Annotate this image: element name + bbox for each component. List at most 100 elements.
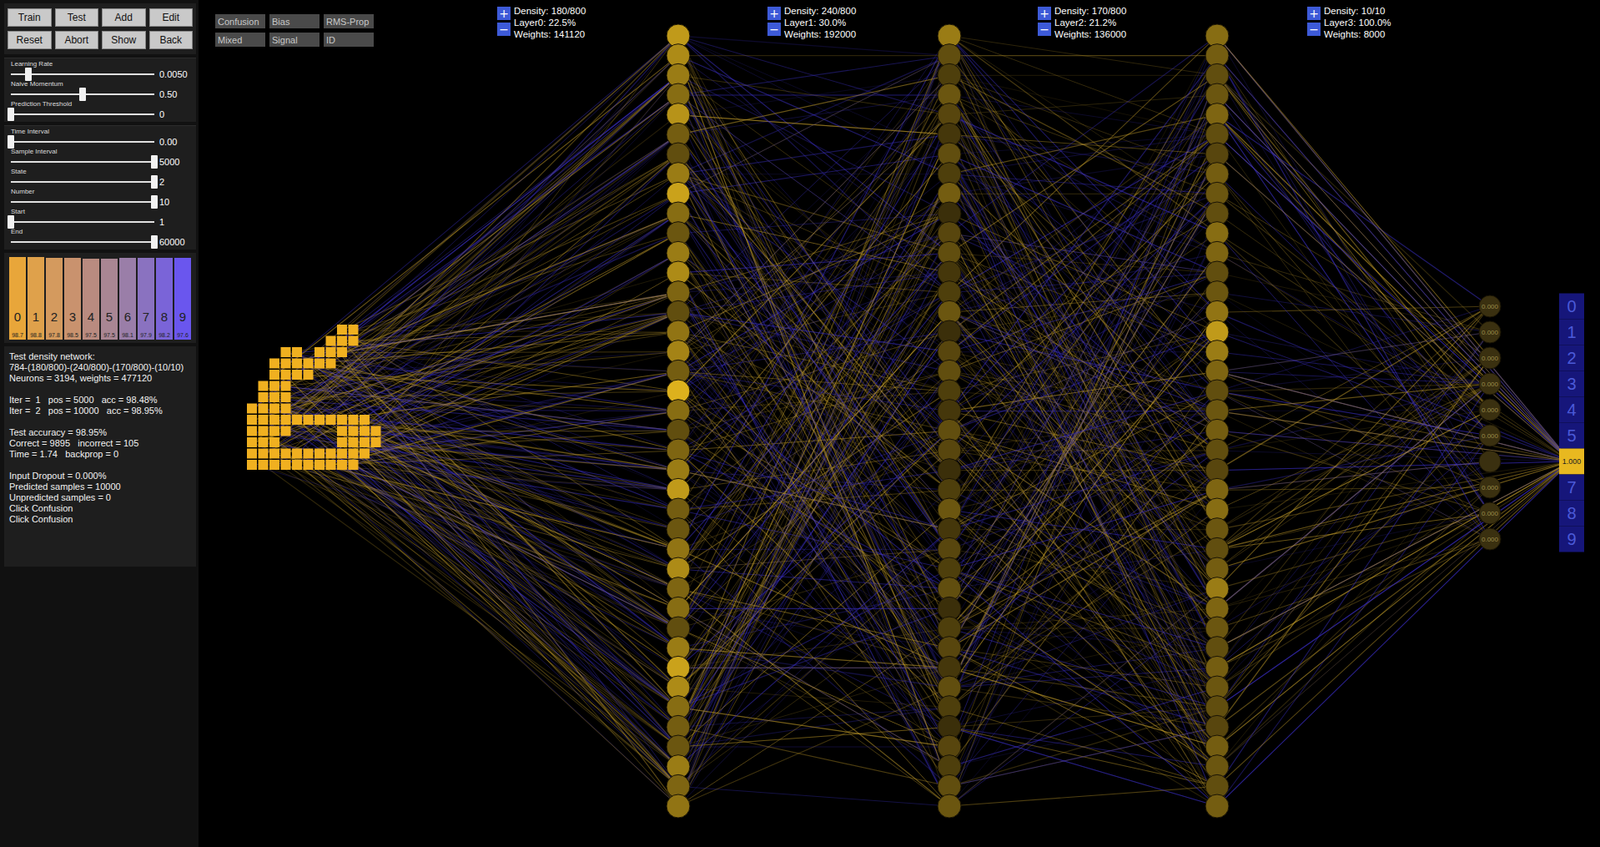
slider-thumb[interactable] [150,235,158,249]
class-bar[interactable]: 9 97.6 [174,256,192,340]
output-neuron[interactable] [1479,502,1501,524]
neuron[interactable] [666,794,690,818]
input-pixel [291,448,302,459]
command-button[interactable]: Reset [7,30,52,50]
connection [1217,174,1490,436]
connection [1217,461,1571,767]
class-bar[interactable]: 7 97.9 [137,256,155,340]
output-label-box[interactable] [1559,500,1585,527]
slider-track[interactable] [10,113,155,116]
command-button[interactable]: Train [7,8,52,27]
remove-density-button[interactable]: − [497,22,511,36]
connection [949,568,1218,649]
slider-thumb[interactable] [7,215,15,229]
connection [949,174,1218,589]
output-layer: 0.0000.0000.0000.0000.0000.0000.0000.000… [1479,295,1501,550]
view-toggle[interactable]: Bias [269,14,320,29]
slider-track[interactable] [10,73,155,76]
class-bar[interactable]: 1 98.8 [27,256,45,340]
slider-thumb[interactable] [150,155,158,169]
slider-thumb[interactable] [7,135,15,149]
connection [949,134,1218,352]
remove-density-button[interactable]: − [1037,22,1052,36]
slider-thumb[interactable] [150,175,158,189]
class-bar[interactable]: 5 97.5 [100,256,118,340]
command-button[interactable]: Test [55,8,100,27]
class-bar[interactable]: 4 97.5 [82,256,100,340]
connection [678,272,950,806]
connection [1217,55,1490,462]
output-label-box[interactable] [1559,474,1585,501]
connection [678,35,950,727]
connection [678,548,950,668]
output-neuron[interactable] [1479,476,1501,499]
connection [275,397,679,550]
output-neuron[interactable] [1479,372,1501,395]
command-button[interactable]: Add [101,8,146,27]
add-density-button[interactable]: + [1037,6,1052,21]
output-label-box[interactable] [1559,422,1585,449]
output-label-box[interactable] [1559,371,1585,398]
command-button[interactable]: Edit [149,8,194,27]
view-toggle[interactable]: Confusion [215,14,266,29]
output-neuron[interactable] [1479,450,1501,473]
slider-track[interactable] [10,181,155,183]
slider-track[interactable] [10,201,155,203]
connection [1217,461,1571,708]
slider-track[interactable] [10,221,155,223]
output-value: 0.000 [1481,483,1500,492]
slider-track[interactable] [10,161,155,163]
view-toggle[interactable]: Signal [269,32,320,47]
connection [1217,55,1571,462]
slider-track[interactable] [10,93,155,96]
output-label-box[interactable] [1559,293,1585,320]
slider-thumb[interactable] [79,87,86,101]
class-bar[interactable]: 2 97.8 [45,256,63,340]
add-density-button[interactable]: + [767,6,781,21]
connection [949,391,1218,668]
connection [1217,174,1490,488]
class-bar[interactable]: 8 98.2 [155,256,173,340]
command-button[interactable]: Abort [55,30,100,50]
input-pixel [281,381,292,392]
class-bar[interactable]: 3 98.5 [64,256,81,340]
slider-thumb[interactable] [7,107,15,121]
connection [1217,391,1490,514]
output-label-box[interactable] [1559,397,1585,423]
add-density-button[interactable]: + [1307,6,1321,21]
connection [1217,430,1490,514]
remove-density-button[interactable]: − [1307,22,1321,36]
slider-track[interactable] [10,140,155,143]
output-neuron[interactable] [1479,295,1501,317]
output-neuron[interactable] [1479,321,1501,343]
connection [949,174,1218,747]
view-toggle[interactable]: RMS-Prop [323,14,374,29]
output-neuron[interactable] [1479,424,1501,447]
output-label-box[interactable] [1559,526,1585,553]
connection [286,397,679,787]
command-button[interactable]: Back [149,30,194,50]
output-label-box[interactable] [1559,448,1585,475]
view-toggle[interactable]: ID [323,32,374,47]
view-toggle[interactable]: Mixed [215,32,266,47]
neuron[interactable] [1205,794,1229,818]
output-neuron[interactable] [1479,528,1501,550]
slider-thumb[interactable] [25,67,32,81]
connection [678,726,950,747]
add-density-button[interactable]: + [497,6,511,21]
slider-track[interactable] [10,241,155,243]
connection [949,95,1218,609]
remove-density-button[interactable]: − [767,22,781,36]
class-bar[interactable]: 0 98.7 [9,256,26,340]
connection [949,115,1218,234]
output-neuron[interactable] [1479,398,1501,421]
output-label-box[interactable] [1559,319,1585,346]
class-bar[interactable]: 6 98.1 [119,256,136,340]
slider-thumb[interactable] [150,195,158,209]
slider-row: State 2 [10,167,192,188]
neuron[interactable] [937,794,962,818]
command-button[interactable]: Show [101,30,146,50]
output-label-box[interactable] [1559,345,1585,372]
input-pixel [337,324,348,335]
output-neuron[interactable] [1479,347,1501,369]
